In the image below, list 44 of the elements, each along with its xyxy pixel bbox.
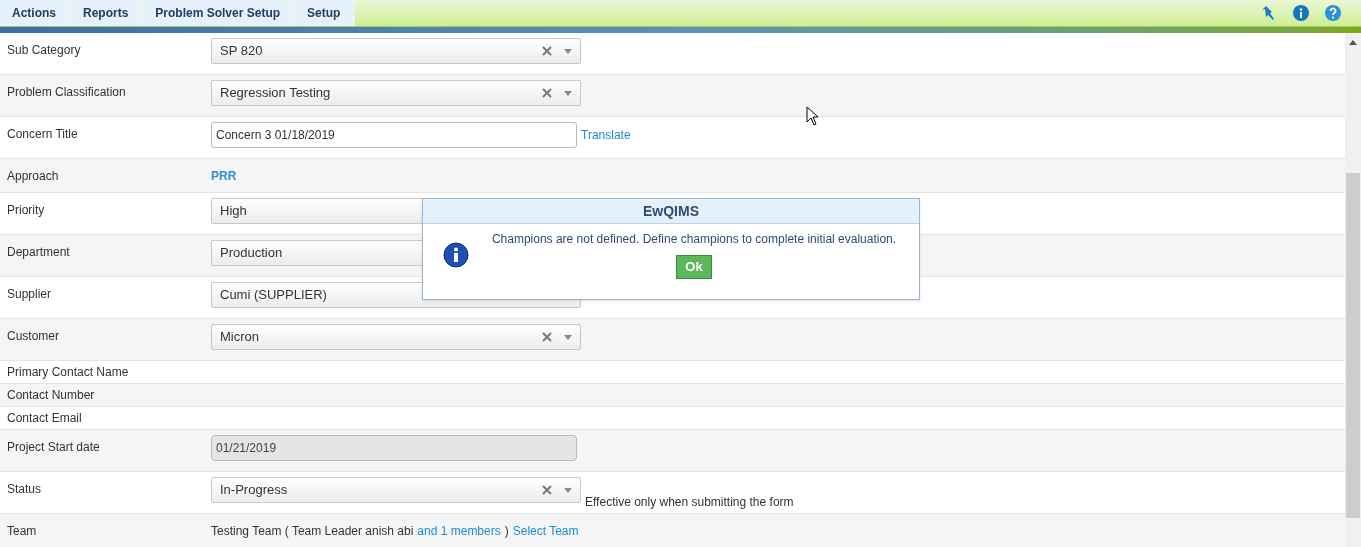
caret-icon <box>564 334 572 340</box>
bracket-text: ) <box>504 522 509 540</box>
info-icon[interactable] <box>1293 5 1309 21</box>
caret-icon <box>564 487 572 493</box>
select-team-link[interactable]: Select Team <box>512 521 579 540</box>
field-label: Approach <box>6 167 60 185</box>
field-label: Supplier <box>6 286 53 303</box>
dropdown-field[interactable]: In-Progress <box>211 477 581 503</box>
dropdown-field[interactable]: Regression Testing <box>211 80 581 106</box>
menu-tab[interactable]: Problem Solver Setup <box>143 0 296 26</box>
field-label: Contact Email <box>6 410 83 427</box>
help-icon[interactable] <box>1325 5 1341 21</box>
scrollbar[interactable] <box>1345 33 1361 547</box>
pin-icon[interactable] <box>1261 5 1277 21</box>
caret-icon <box>564 48 572 54</box>
field-label: Department <box>6 244 71 261</box>
field-label: Customer <box>6 328 60 345</box>
field-label: Status <box>6 481 43 498</box>
clear-icon[interactable] <box>542 88 552 98</box>
menu-tab[interactable]: Setup <box>295 0 356 26</box>
clear-icon[interactable] <box>542 332 552 342</box>
info-icon <box>443 241 469 268</box>
members-link[interactable]: and 1 members <box>417 521 501 540</box>
field-label: Problem Classification <box>6 84 127 101</box>
text-field[interactable]: Concern 3 01/18/2019 <box>211 122 577 148</box>
clear-icon[interactable] <box>542 46 552 56</box>
scroll-up-icon[interactable] <box>1349 40 1357 45</box>
field-label: Team <box>6 522 38 540</box>
field-label: Priority <box>6 202 46 219</box>
dropdown-field[interactable]: Micron <box>211 324 581 350</box>
dialog-title: EwQIMS <box>423 199 919 224</box>
field-label: Concern Title <box>6 126 79 143</box>
field-label: Primary Contact Name <box>6 364 130 381</box>
field-label: Sub Category <box>6 42 82 59</box>
team-text: Testing Team ( Team Leader anish abi <box>211 522 414 540</box>
translate-link[interactable]: Translate <box>581 126 631 144</box>
menu-tab[interactable]: Reports <box>71 0 144 26</box>
clear-icon[interactable] <box>542 485 552 495</box>
note-text: Effective only when submitting the form <box>585 494 794 511</box>
dropdown-field[interactable]: SP 820 <box>211 38 581 64</box>
caret-icon <box>564 90 572 96</box>
menu-tab[interactable]: Actions <box>0 0 71 26</box>
field-label: Project Start date <box>6 439 101 456</box>
field-label: Contact Number <box>6 387 96 404</box>
